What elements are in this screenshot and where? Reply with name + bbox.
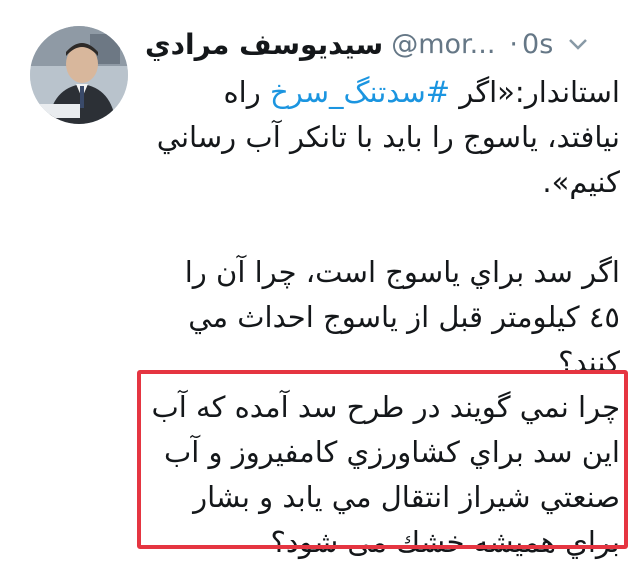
user-handle[interactable]: @mor... [391,29,495,60]
hashtag-link[interactable]: #سدتنگ_سرخ [270,75,450,109]
highlight-box [137,370,628,549]
profile-photo-image [30,26,128,124]
chevron-down-icon[interactable] [567,33,589,55]
tweet-timestamp[interactable]: 0s [522,29,553,60]
avatar[interactable] [30,26,128,124]
paragraph-1-start: استاندار:«اگر [450,75,620,109]
display-name[interactable]: سيديوسف مرادي [145,28,383,61]
tweet-paragraph-2: اگر سد براي ياسوج است، چرا آن را ٤٥ كيلو… [184,255,620,379]
tweet-paragraph-1: استاندار:«اگر #سدتنگ_سرخ راه نيافتد، ياس… [150,70,620,205]
separator-dot: · [509,28,519,60]
tweet-header: سيديوسف مرادي @mor... · 0s [145,26,618,62]
